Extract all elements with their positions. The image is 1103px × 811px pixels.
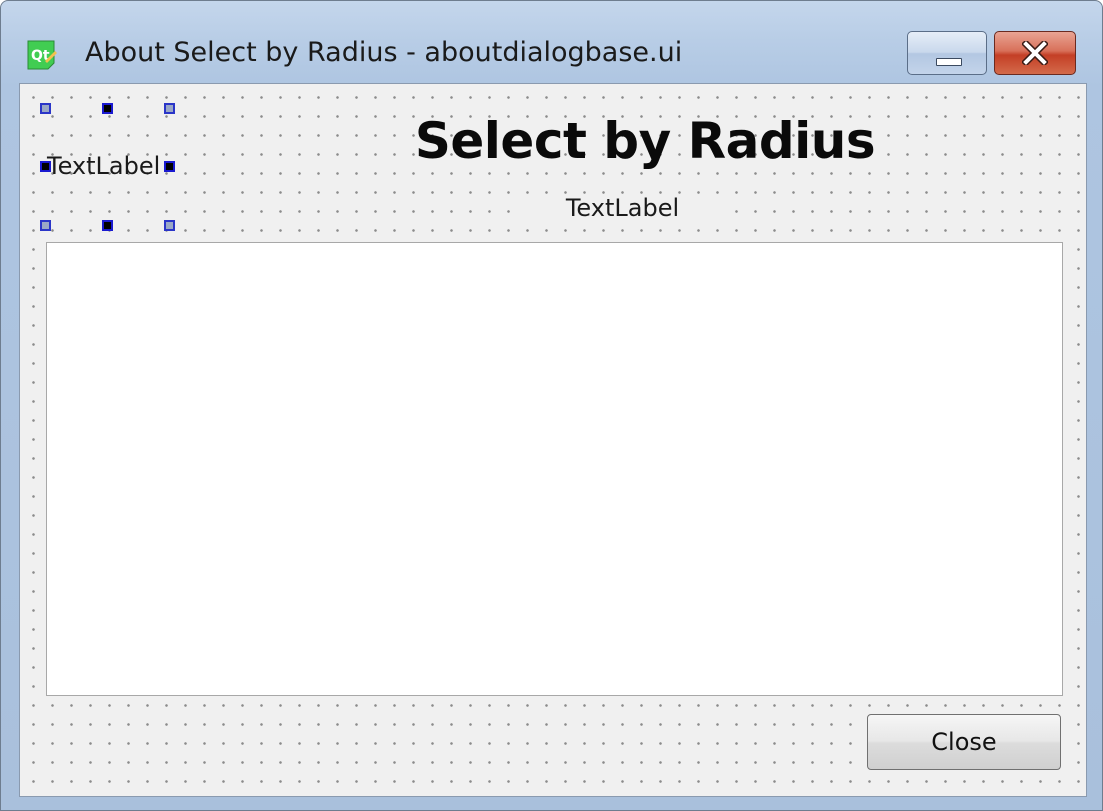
dialog-heading: Select by Radius [414,112,876,170]
title-bar[interactable]: Qt About Select by Radius - aboutdialogb… [1,1,1102,83]
selection-handle-left[interactable] [40,161,51,172]
about-text-browser[interactable] [46,242,1063,696]
minimize-icon [936,58,962,66]
qt-logo-icon: Qt [27,40,57,70]
designer-window: Qt About Select by Radius - aboutdialogb… [0,0,1103,811]
close-icon [1022,41,1048,65]
dialog-form: Select by Radius TextLabel TextLabel Clo… [19,83,1087,797]
selection-handle-top-right[interactable] [164,103,175,114]
window-title: About Select by Radius - aboutdialogbase… [85,37,683,68]
minimize-button[interactable] [907,31,987,75]
close-window-button[interactable] [994,31,1076,75]
selected-text-label[interactable]: TextLabel [47,152,160,180]
selection-handle-top[interactable] [102,103,113,114]
selection-handle-bottom-right[interactable] [164,220,175,231]
version-label[interactable]: TextLabel [520,194,725,222]
selection-handle-top-left[interactable] [40,103,51,114]
selection-handle-right[interactable] [164,161,175,172]
close-button[interactable]: Close [867,714,1061,770]
selection-handle-bottom[interactable] [102,220,113,231]
selection-handle-bottom-left[interactable] [40,220,51,231]
